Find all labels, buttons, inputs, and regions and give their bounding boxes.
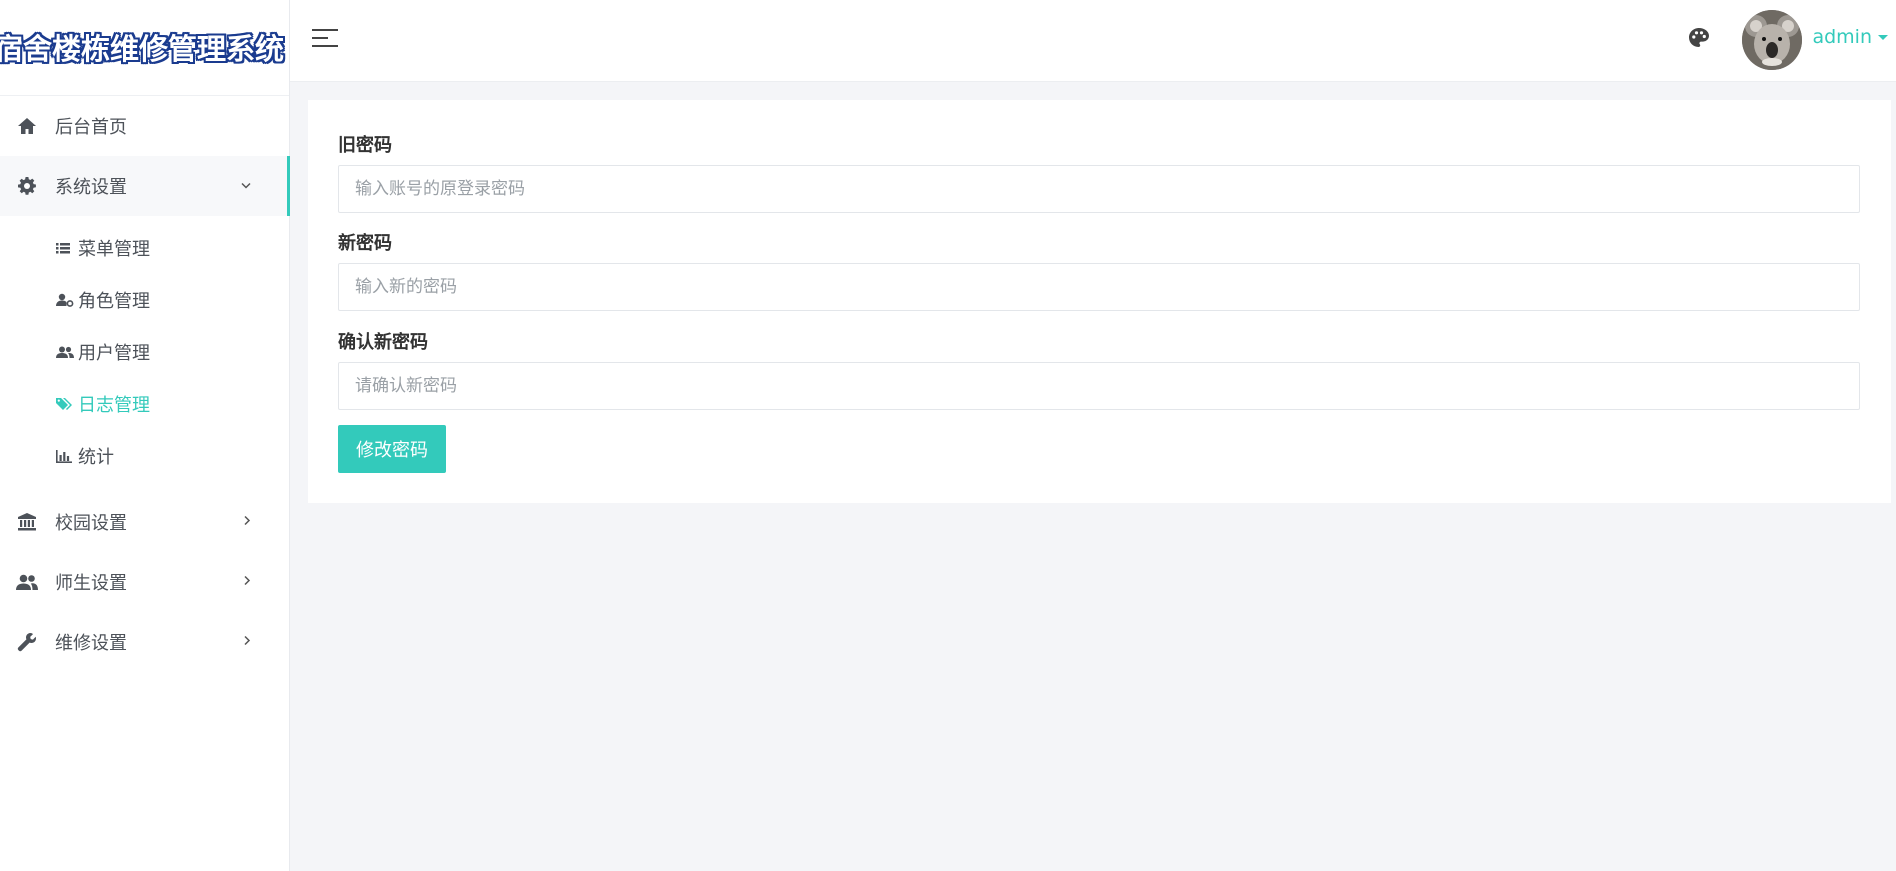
brand-logo[interactable]: 宿舍楼栋维修管理系统 — [0, 0, 289, 96]
sidebar-item-teacher-student-settings[interactable]: 师生设置 — [0, 552, 289, 612]
chevron-right-icon — [243, 635, 251, 650]
palette-icon[interactable] — [1687, 26, 1713, 52]
sidebar-item-system-settings[interactable]: 系统设置 — [0, 156, 290, 216]
gear-icon — [16, 175, 38, 197]
users-icon — [56, 344, 74, 360]
user-cog-icon — [56, 292, 74, 308]
sidebar-item-campus-settings[interactable]: 校园设置 — [0, 492, 289, 552]
chevron-right-icon — [243, 575, 251, 590]
old-password-label: 旧密码 — [338, 135, 392, 156]
sidebar-item-log-management[interactable]: 日志管理 — [0, 378, 289, 430]
tags-icon — [56, 396, 74, 412]
chevron-right-icon — [243, 515, 251, 530]
avatar[interactable] — [1742, 10, 1802, 70]
sidebar-item-role-management[interactable]: 角色管理 — [0, 274, 289, 326]
home-icon — [16, 115, 38, 137]
sidebar-item-statistics[interactable]: 统计 — [0, 430, 289, 482]
sidebar-item-home[interactable]: 后台首页 — [0, 96, 289, 156]
sidebar-item-label: 校园设置 — [55, 513, 127, 534]
brand-title: 宿舍楼栋维修管理系统 — [0, 32, 285, 66]
confirm-password-group: 确认新密码 — [338, 328, 1860, 410]
new-password-input[interactable] — [338, 263, 1860, 311]
sidebar-item-label: 后台首页 — [55, 117, 127, 138]
sidebar-item-repair-settings[interactable]: 维修设置 — [0, 612, 289, 672]
user-menu[interactable]: admin — [1812, 26, 1888, 48]
sidebar: 宿舍楼栋维修管理系统 后台首页 系统设置 菜单管理 角色管理 用户管理 日志管理… — [0, 0, 290, 871]
sidebar-item-label: 系统设置 — [55, 177, 127, 198]
sidebar-item-user-management[interactable]: 用户管理 — [0, 326, 289, 378]
sidebar-item-label: 菜单管理 — [78, 239, 150, 260]
sidebar-nav-lower: 校园设置 师生设置 维修设置 — [0, 492, 289, 672]
change-password-button[interactable]: 修改密码 — [338, 425, 446, 473]
new-password-group: 新密码 — [338, 229, 1860, 311]
old-password-group: 旧密码 — [338, 131, 1860, 213]
sidebar-item-label: 师生设置 — [55, 573, 127, 594]
bar-chart-icon — [56, 448, 74, 464]
chevron-down-icon — [241, 179, 251, 194]
caret-down-icon — [1878, 35, 1888, 40]
sidebar-item-label: 统计 — [78, 447, 114, 468]
sidebar-nav: 后台首页 系统设置 — [0, 96, 290, 216]
menu-toggle-icon[interactable] — [312, 28, 340, 50]
system-settings-submenu: 菜单管理 角色管理 用户管理 日志管理 统计 — [0, 216, 289, 492]
change-password-card: 旧密码 新密码 确认新密码 修改密码 — [308, 100, 1891, 503]
people-icon — [16, 571, 38, 593]
sidebar-item-label: 用户管理 — [78, 343, 150, 364]
sidebar-item-label: 角色管理 — [78, 291, 150, 312]
list-icon — [56, 240, 74, 256]
bank-icon — [16, 511, 38, 533]
new-password-label: 新密码 — [338, 233, 392, 254]
username: admin — [1812, 26, 1872, 48]
sidebar-item-label: 维修设置 — [55, 633, 127, 654]
old-password-input[interactable] — [338, 165, 1860, 213]
sidebar-item-menu-management[interactable]: 菜单管理 — [0, 222, 289, 274]
confirm-password-input[interactable] — [338, 362, 1860, 410]
confirm-password-label: 确认新密码 — [338, 332, 428, 353]
sidebar-item-label: 日志管理 — [78, 395, 150, 416]
wrench-icon — [16, 631, 38, 653]
topbar: admin — [290, 0, 1896, 82]
